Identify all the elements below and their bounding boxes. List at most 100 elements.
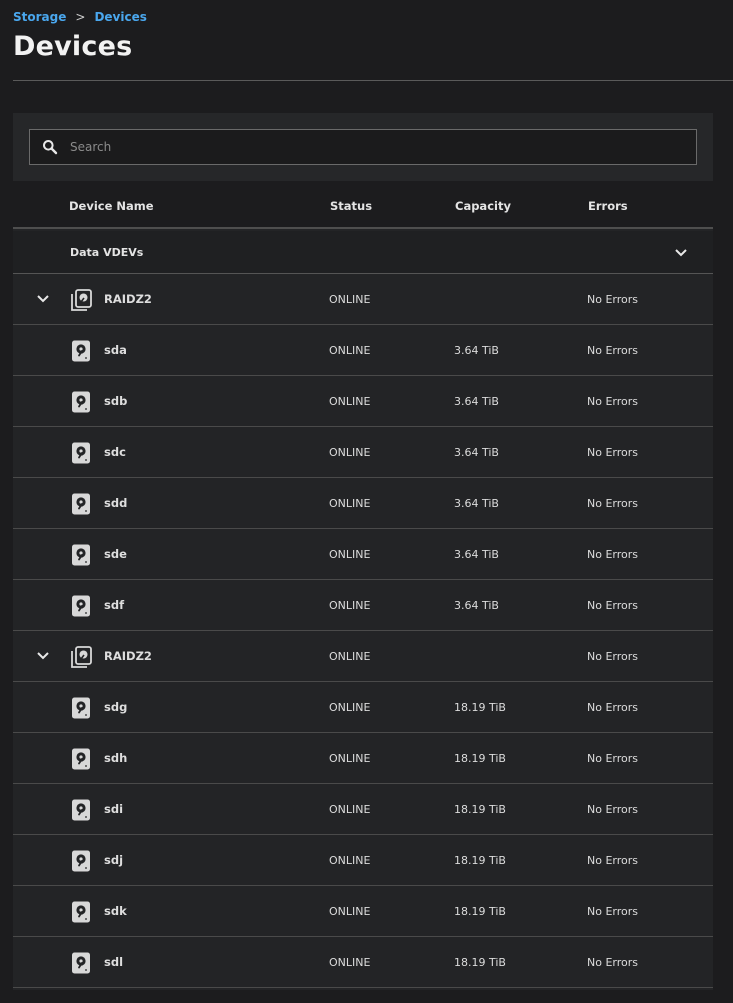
- search-bar: [13, 113, 713, 181]
- breadcrumb-separator: >: [75, 10, 86, 24]
- hard-disk-icon: [69, 900, 93, 924]
- capacity-value: 18.19 TiB: [454, 905, 506, 918]
- errors-value: No Errors: [587, 497, 638, 510]
- capacity-value: 18.19 TiB: [454, 854, 506, 867]
- errors-value: No Errors: [587, 854, 638, 867]
- capacity-value: 3.64 TiB: [454, 548, 499, 561]
- hard-disk-icon: [69, 696, 93, 720]
- vdev-row[interactable]: RAIDZ2 ONLINE No Errors: [13, 274, 713, 325]
- breadcrumb-storage-link[interactable]: Storage: [13, 10, 66, 24]
- hard-disk-icon: [69, 441, 93, 465]
- status-value: ONLINE: [329, 701, 371, 714]
- status-value: ONLINE: [329, 854, 371, 867]
- chevron-down-icon[interactable]: [31, 644, 55, 668]
- disk-row[interactable]: sdl ONLINE 18.19 TiB No Errors: [13, 937, 713, 988]
- status-value: ONLINE: [329, 752, 371, 765]
- disk-name: sdh: [104, 751, 128, 765]
- disk-row[interactable]: sdf ONLINE 3.64 TiB No Errors: [13, 580, 713, 631]
- errors-value: No Errors: [587, 752, 638, 765]
- errors-value: No Errors: [587, 395, 638, 408]
- errors-value: No Errors: [587, 803, 638, 816]
- disk-name: sdg: [104, 700, 128, 714]
- disk-name: sdc: [104, 445, 126, 459]
- status-value: ONLINE: [329, 650, 371, 663]
- status-value: ONLINE: [329, 803, 371, 816]
- status-value: ONLINE: [329, 956, 371, 969]
- disk-row[interactable]: sdb ONLINE 3.64 TiB No Errors: [13, 376, 713, 427]
- errors-value: No Errors: [587, 446, 638, 459]
- errors-value: No Errors: [587, 293, 638, 306]
- breadcrumb: Storage > Devices: [13, 10, 147, 24]
- data-vdevs-group-header[interactable]: Data VDEVs: [13, 231, 713, 274]
- disk-row[interactable]: sdg ONLINE 18.19 TiB No Errors: [13, 682, 713, 733]
- errors-value: No Errors: [587, 956, 638, 969]
- capacity-value: 18.19 TiB: [454, 956, 506, 969]
- capacity-value: 3.64 TiB: [454, 446, 499, 459]
- status-value: ONLINE: [329, 599, 371, 612]
- search-icon: [30, 130, 70, 164]
- disk-name: sdj: [104, 853, 124, 867]
- hard-disk-icon: [69, 594, 93, 618]
- hard-disk-icon: [69, 543, 93, 567]
- status-value: ONLINE: [329, 395, 371, 408]
- errors-value: No Errors: [587, 344, 638, 357]
- capacity-value: 18.19 TiB: [454, 803, 506, 816]
- capacity-value: 3.64 TiB: [454, 599, 499, 612]
- column-header-device-name[interactable]: Device Name: [69, 199, 154, 213]
- capacity-value: 18.19 TiB: [454, 701, 506, 714]
- disk-row[interactable]: sdh ONLINE 18.19 TiB No Errors: [13, 733, 713, 784]
- disk-name: sda: [104, 343, 127, 357]
- status-value: ONLINE: [329, 497, 371, 510]
- disk-row[interactable]: sda ONLINE 3.64 TiB No Errors: [13, 325, 713, 376]
- table-header: Device Name Status Capacity Errors: [13, 181, 713, 229]
- hard-disk-icon: [69, 339, 93, 363]
- disk-row[interactable]: sdc ONLINE 3.64 TiB No Errors: [13, 427, 713, 478]
- hard-disk-icon: [69, 390, 93, 414]
- devices-panel: Device Name Status Capacity Errors Data …: [13, 113, 713, 990]
- title-divider: [13, 80, 733, 81]
- capacity-value: 3.64 TiB: [454, 344, 499, 357]
- disk-name: sdi: [104, 802, 124, 816]
- disk-name: sde: [104, 547, 127, 561]
- column-header-status[interactable]: Status: [330, 199, 372, 213]
- capacity-value: 18.19 TiB: [454, 752, 506, 765]
- errors-value: No Errors: [587, 905, 638, 918]
- hard-disk-icon: [69, 951, 93, 975]
- hard-disk-icon: [69, 492, 93, 516]
- status-value: ONLINE: [329, 344, 371, 357]
- breadcrumb-devices-link[interactable]: Devices: [94, 10, 146, 24]
- capacity-value: 3.64 TiB: [454, 497, 499, 510]
- status-value: ONLINE: [329, 293, 371, 306]
- hard-disk-icon: [69, 849, 93, 873]
- raidz-icon: [69, 645, 93, 669]
- vdev-row[interactable]: RAIDZ2 ONLINE No Errors: [13, 631, 713, 682]
- group-label: Data VDEVs: [70, 246, 144, 259]
- column-header-capacity[interactable]: Capacity: [455, 199, 511, 213]
- search-box[interactable]: [29, 129, 697, 165]
- capacity-value: 3.64 TiB: [454, 395, 499, 408]
- errors-value: No Errors: [587, 650, 638, 663]
- chevron-down-icon[interactable]: [31, 287, 55, 311]
- disk-name: sdd: [104, 496, 128, 510]
- vdev-name: RAIDZ2: [104, 292, 152, 306]
- disk-name: sdb: [104, 394, 128, 408]
- chevron-down-icon[interactable]: [669, 241, 693, 265]
- errors-value: No Errors: [587, 599, 638, 612]
- disk-row[interactable]: sdd ONLINE 3.64 TiB No Errors: [13, 478, 713, 529]
- disk-row[interactable]: sdk ONLINE 18.19 TiB No Errors: [13, 886, 713, 937]
- disk-row[interactable]: sdi ONLINE 18.19 TiB No Errors: [13, 784, 713, 835]
- disk-row[interactable]: sde ONLINE 3.64 TiB No Errors: [13, 529, 713, 580]
- status-value: ONLINE: [329, 905, 371, 918]
- column-header-errors[interactable]: Errors: [588, 199, 628, 213]
- errors-value: No Errors: [587, 548, 638, 561]
- disk-name: sdl: [104, 955, 124, 969]
- vdev-name: RAIDZ2: [104, 649, 152, 663]
- status-value: ONLINE: [329, 446, 371, 459]
- disk-row[interactable]: sdj ONLINE 18.19 TiB No Errors: [13, 835, 713, 886]
- search-input[interactable]: [70, 131, 696, 163]
- page-title: Devices: [13, 31, 133, 62]
- disk-name: sdf: [104, 598, 125, 612]
- device-rows: RAIDZ2 ONLINE No Errors sda ONLINE 3.64 …: [13, 274, 713, 988]
- status-value: ONLINE: [329, 548, 371, 561]
- errors-value: No Errors: [587, 701, 638, 714]
